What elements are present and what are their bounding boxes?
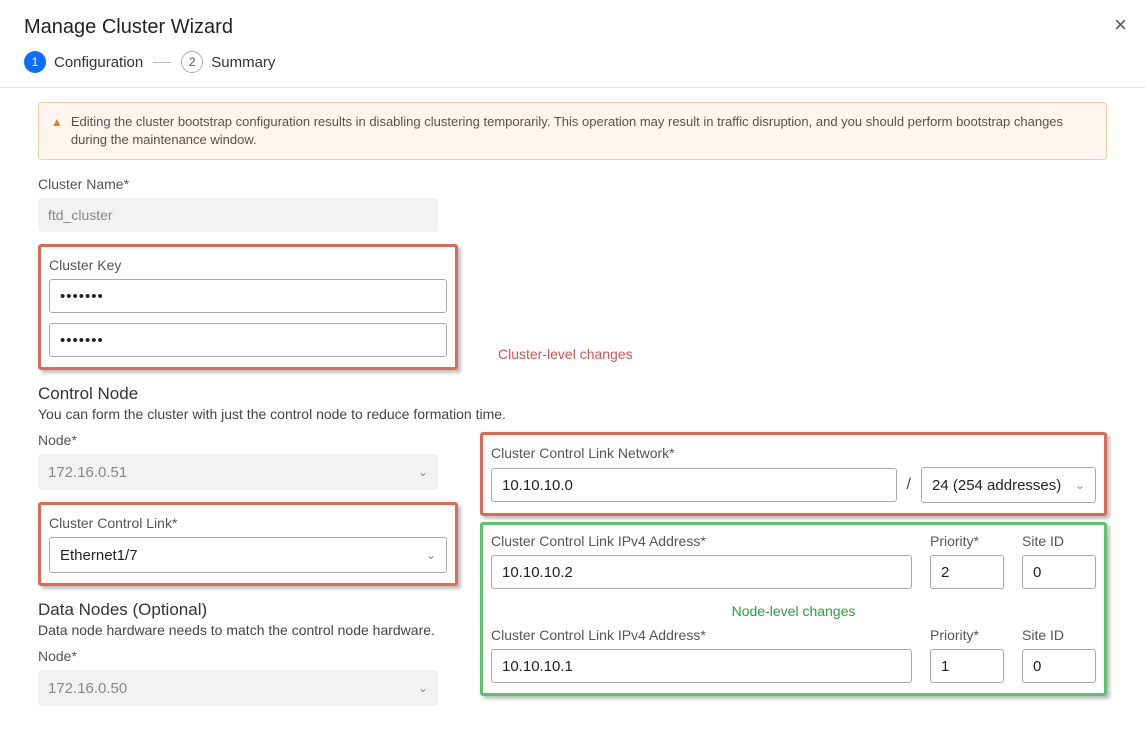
wizard-header: Manage Cluster Wizard × 1 Configuration … (0, 0, 1145, 88)
data-ccl-ip-label: Cluster Control Link IPv4 Address* (491, 627, 912, 643)
wizard-title: Manage Cluster Wizard (24, 16, 1121, 39)
data-node-label: Node* (38, 648, 458, 664)
priority-label: Priority* (930, 533, 1004, 549)
ccl-select[interactable]: Ethernet1/7 ⌄ (49, 537, 447, 573)
chevron-down-icon: ⌄ (1075, 478, 1085, 492)
siteid-label: Site ID (1022, 533, 1096, 549)
ccl-network-callout: Cluster Control Link Network* / 24 (254 … (480, 432, 1107, 516)
annotation-node-level: Node-level changes (491, 595, 1096, 627)
data-nodes-desc: Data node hardware needs to match the co… (38, 622, 458, 638)
cluster-name-label: Cluster Name* (38, 176, 1107, 192)
siteid-input[interactable] (1022, 555, 1096, 589)
data-node-value: 172.16.0.50 (48, 680, 127, 697)
control-node-value: 172.16.0.51 (48, 464, 127, 481)
chevron-down-icon: ⌄ (418, 465, 428, 479)
wizard-content: ▲ Editing the cluster bootstrap configur… (0, 88, 1145, 740)
control-node-desc: You can form the cluster with just the c… (38, 406, 1107, 422)
data-siteid-input[interactable] (1022, 649, 1096, 683)
ccl-label: Cluster Control Link* (49, 515, 447, 531)
close-button[interactable]: × (1114, 14, 1127, 36)
data-priority-input[interactable] (930, 649, 1004, 683)
slash-separator: / (907, 476, 911, 494)
ccl-network-mask-value: 24 (254 addresses) (932, 477, 1061, 494)
chevron-down-icon: ⌄ (418, 681, 428, 695)
cluster-key-input-1[interactable] (49, 279, 447, 313)
warning-icon: ▲ (51, 113, 63, 149)
cluster-key-callout: Cluster Key (38, 244, 458, 370)
data-nodes-title: Data Nodes (Optional) (38, 600, 458, 620)
data-priority-label: Priority* (930, 627, 1004, 643)
ccl-ip-input[interactable] (491, 555, 912, 589)
data-siteid-label: Site ID (1022, 627, 1096, 643)
chevron-down-icon: ⌄ (426, 548, 436, 562)
ccl-network-mask-select[interactable]: 24 (254 addresses) ⌄ (921, 467, 1096, 503)
warning-text: Editing the cluster bootstrap configurat… (71, 113, 1094, 149)
priority-input[interactable] (930, 555, 1004, 589)
cluster-control-link-callout: Cluster Control Link* Ethernet1/7 ⌄ (38, 502, 458, 586)
cluster-key-label: Cluster Key (49, 257, 447, 273)
control-node-select-block: Node* 172.16.0.51 ⌄ (38, 432, 458, 490)
step-1-circle: 1 (24, 51, 46, 73)
step-2-circle: 2 (181, 51, 203, 73)
step-separator (153, 62, 171, 63)
stepper: 1 Configuration 2 Summary (24, 51, 1121, 73)
control-node-label: Node* (38, 432, 458, 448)
data-ccl-ip-input[interactable] (491, 649, 912, 683)
step-summary[interactable]: 2 Summary (181, 51, 275, 73)
ccl-ip-label: Cluster Control Link IPv4 Address* (491, 533, 912, 549)
cluster-key-input-2[interactable] (49, 323, 447, 357)
ccl-network-label: Cluster Control Link Network* (491, 445, 1096, 461)
control-node-select[interactable]: 172.16.0.51 ⌄ (38, 454, 438, 490)
cluster-name-input: ftd_cluster (38, 198, 438, 232)
step-1-label: Configuration (54, 54, 143, 71)
node-level-callout: Cluster Control Link IPv4 Address* Prior… (480, 522, 1107, 696)
ccl-value: Ethernet1/7 (60, 547, 138, 564)
step-configuration[interactable]: 1 Configuration (24, 51, 143, 73)
data-node-select[interactable]: 172.16.0.50 ⌄ (38, 670, 438, 706)
data-node-select-block: Node* 172.16.0.50 ⌄ (38, 648, 458, 706)
ccl-network-input[interactable] (491, 468, 897, 502)
warning-banner: ▲ Editing the cluster bootstrap configur… (38, 102, 1107, 160)
step-2-label: Summary (211, 54, 275, 71)
control-node-title: Control Node (38, 384, 1107, 404)
cluster-name-block: Cluster Name* ftd_cluster (38, 176, 1107, 232)
annotation-cluster-level: Cluster-level changes (498, 346, 633, 362)
